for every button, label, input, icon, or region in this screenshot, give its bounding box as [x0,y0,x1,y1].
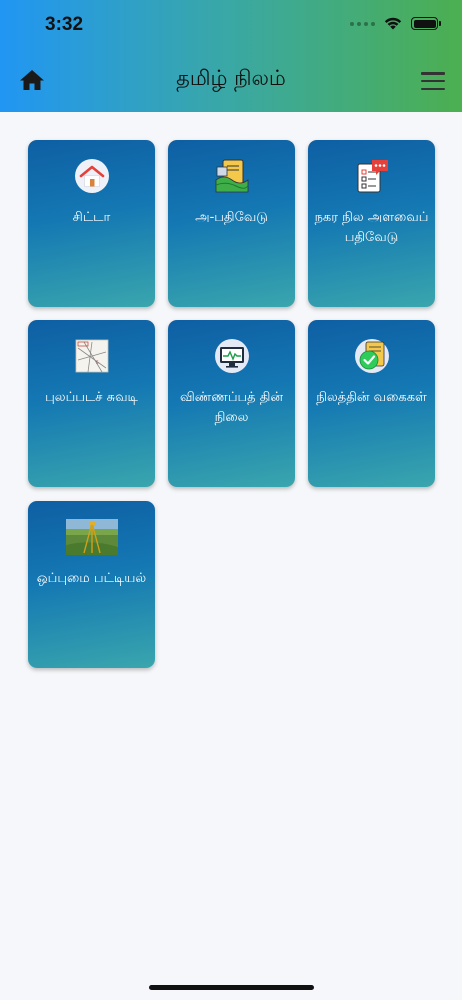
house-icon [74,159,109,193]
card-comparison-list[interactable]: ஒப்புமை பட்டியல் [28,501,155,668]
card-label: சிட்டா [72,210,111,225]
monitor-status-icon [214,339,249,373]
battery-icon [411,17,441,30]
card-town-survey-register[interactable]: நகர நில அளவைப் பதிவேடு [308,140,435,307]
card-chitta[interactable]: சிட்டா [28,140,155,307]
card-label: ஒப்புமை பட்டியல் [36,571,147,586]
card-land-types[interactable]: நிலத்தின் வகைகள் [308,320,435,487]
land-document-icon [215,159,248,193]
cellular-signal-icon [350,21,375,26]
status-time: 3:32 [45,14,84,35]
card-a-register[interactable]: அ-பதிவேடு [168,140,295,307]
card-label: நிலத்தின் வகைகள் [316,390,427,405]
card-label: நகர நில அளவைப் பதிவேடு [314,210,429,245]
map-sketch-icon: S [75,339,108,373]
approved-document-icon [354,339,389,373]
card-label: அ-பதிவேடு [195,210,268,225]
card-field-map-book[interactable]: S புலப்படச் சுவடி [28,320,155,487]
field-photo-icon [65,519,118,555]
status-icons [350,16,441,31]
card-label: விண்ணப்பத் தின் நிலை [179,390,284,425]
checklist-chat-icon [357,160,388,193]
hamburger-menu-icon[interactable] [421,72,445,90]
page-title: தமிழ் நிலம் [176,66,286,90]
wifi-icon [384,17,402,30]
card-application-status[interactable]: விண்ணப்பத் தின் நிலை [168,320,295,487]
app-header: 3:32 தமிழ் நிலம் [0,0,462,112]
home-indicator[interactable] [149,985,314,990]
card-label: புலப்படச் சுவடி [45,390,138,405]
